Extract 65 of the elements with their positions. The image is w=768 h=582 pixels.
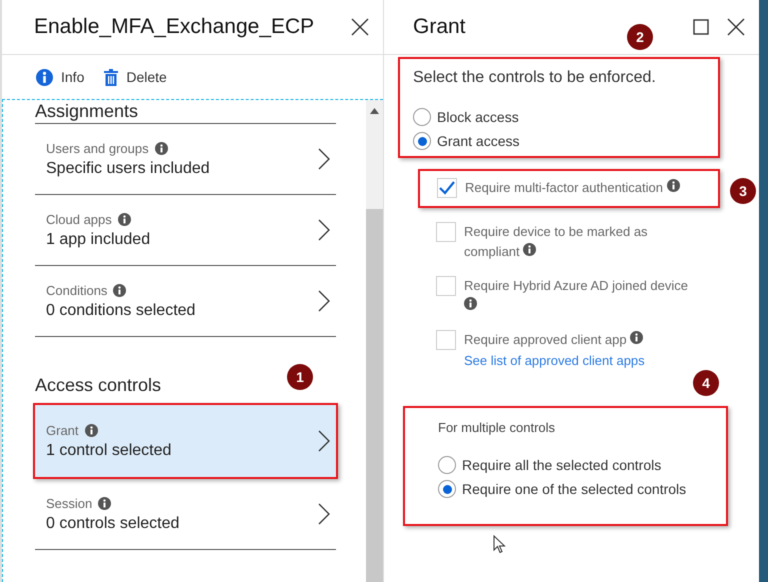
trash-icon bbox=[104, 68, 118, 86]
item-value: 1 control selected bbox=[46, 442, 172, 460]
settings-item[interactable]: Conditions 0 conditions selected bbox=[35, 266, 336, 337]
option-label: Block access bbox=[437, 109, 519, 125]
close-button[interactable] bbox=[349, 16, 371, 38]
info-icon bbox=[630, 331, 644, 344]
checkbox[interactable] bbox=[436, 276, 456, 296]
approved-apps-link[interactable]: See list of approved client apps bbox=[464, 353, 704, 368]
checkbox[interactable] bbox=[436, 222, 456, 242]
close-button[interactable] bbox=[725, 16, 747, 38]
info-icon bbox=[464, 297, 477, 310]
option-label: Grant access bbox=[437, 133, 520, 149]
settings-item[interactable]: Grant 1 control selected bbox=[33, 403, 338, 479]
info-button[interactable]: Info bbox=[36, 68, 84, 86]
item-value: 0 controls selected bbox=[46, 514, 180, 532]
item-label: Session bbox=[46, 496, 92, 510]
chevron-right-icon bbox=[318, 430, 330, 452]
chevron-right-icon bbox=[318, 219, 330, 241]
scroll-up-icon[interactable] bbox=[370, 108, 379, 114]
item-label: Conditions bbox=[46, 282, 108, 298]
radio-button[interactable] bbox=[413, 108, 431, 126]
section-prompt: Select the controls to be enforced. bbox=[413, 69, 657, 87]
info-icon bbox=[118, 212, 131, 226]
chevron-right-icon bbox=[318, 503, 330, 525]
checkbox[interactable] bbox=[436, 330, 456, 350]
settings-item[interactable]: Users and groups Specific users included bbox=[35, 124, 336, 195]
checkbox[interactable] bbox=[437, 178, 457, 198]
option-label: Require Hybrid Azure AD joined device bbox=[464, 276, 704, 316]
delete-button[interactable]: Delete bbox=[104, 68, 167, 86]
option-label: Require multi-factor authentication bbox=[465, 178, 705, 198]
info-icon bbox=[666, 179, 680, 192]
item-value: Specific users included bbox=[46, 160, 210, 178]
settings-item[interactable]: Session 0 controls selected bbox=[35, 479, 336, 550]
item-label: Users and groups bbox=[46, 140, 149, 156]
option-label: Require device to be marked as compliant bbox=[464, 223, 649, 261]
panel-title: Grant bbox=[413, 15, 466, 39]
info-icon bbox=[36, 68, 53, 86]
step-badge: 3 bbox=[730, 178, 756, 204]
option-label: Require approved client app bbox=[464, 330, 704, 350]
section-heading: Assignments bbox=[35, 101, 138, 121]
item-value: 1 app included bbox=[46, 230, 150, 248]
chevron-right-icon bbox=[318, 290, 330, 312]
info-icon bbox=[84, 424, 98, 436]
info-icon bbox=[154, 142, 168, 154]
panel-title: Enable_MFA_Exchange_ECP bbox=[34, 15, 314, 39]
option-label: Require one of the selected controls bbox=[462, 481, 686, 497]
info-icon bbox=[98, 496, 112, 510]
step-badge: 2 bbox=[627, 24, 653, 50]
radio-button[interactable] bbox=[438, 456, 456, 474]
info-icon bbox=[523, 243, 536, 256]
item-label: Cloud apps bbox=[46, 212, 112, 226]
item-label: Grant bbox=[46, 422, 79, 438]
info-icon bbox=[113, 284, 126, 296]
section-heading: Access controls bbox=[35, 375, 162, 397]
maximize-button[interactable] bbox=[691, 17, 711, 37]
chevron-right-icon bbox=[318, 148, 330, 170]
radio-button[interactable] bbox=[413, 132, 431, 150]
cursor-icon bbox=[493, 535, 506, 554]
item-value: 0 conditions selected bbox=[46, 302, 196, 320]
section-heading: For multiple controls bbox=[438, 420, 556, 435]
scrollbar[interactable] bbox=[366, 100, 383, 582]
radio-button[interactable] bbox=[438, 480, 456, 498]
settings-item[interactable]: Cloud apps 1 app included bbox=[35, 195, 336, 266]
option-label: Require all the selected controls bbox=[462, 457, 662, 473]
step-badge: 4 bbox=[693, 370, 719, 396]
